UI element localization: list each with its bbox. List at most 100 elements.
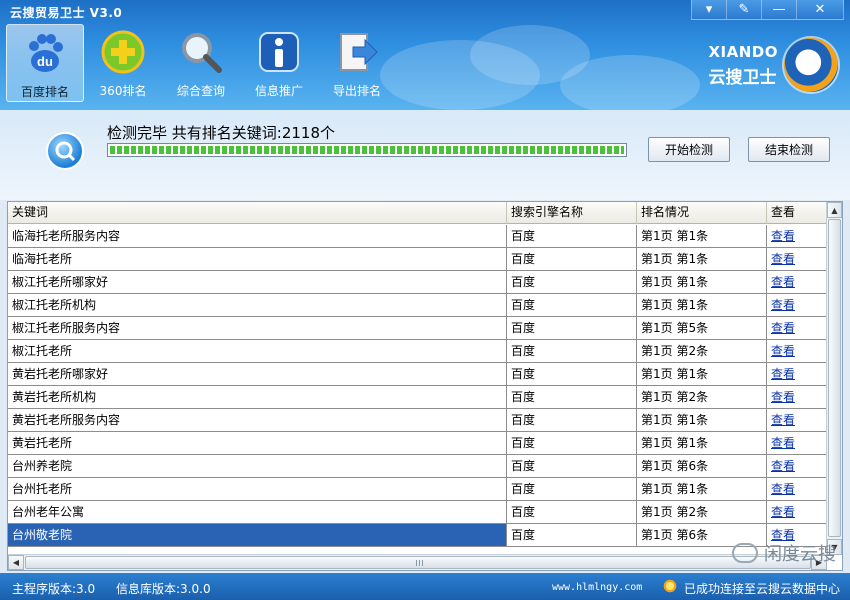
rank-cell: 第1页 第1条 xyxy=(637,248,767,270)
view-link[interactable]: 查看 xyxy=(771,252,795,266)
engine-cell: 百度 xyxy=(507,271,637,293)
view-link[interactable]: 查看 xyxy=(771,298,795,312)
keyword-cell: 椒江托老所机构 xyxy=(8,294,507,316)
view-link[interactable]: 查看 xyxy=(771,344,795,358)
vertical-scroll-thumb[interactable] xyxy=(828,219,841,537)
rank-cell: 第1页 第2条 xyxy=(637,340,767,362)
view-cell: 查看 xyxy=(767,340,827,362)
table-row[interactable]: 台州养老院 百度 第1页 第6条 查看 xyxy=(8,455,827,478)
table-row[interactable]: 黄岩托老所机构 百度 第1页 第2条 查看 xyxy=(8,386,827,409)
rank-cell: 第1页 第5条 xyxy=(637,317,767,339)
table-row[interactable]: 黄岩托老所服务内容 百度 第1页 第1条 查看 xyxy=(8,409,827,432)
vertical-scrollbar[interactable]: ▲ ▼ xyxy=(826,202,842,555)
rank-cell: 第1页 第1条 xyxy=(637,478,767,500)
website-link[interactable]: www.hlmlngy.com xyxy=(552,582,642,593)
view-link[interactable]: 查看 xyxy=(771,321,795,335)
table-row[interactable]: 黄岩托老所哪家好 百度 第1页 第1条 查看 xyxy=(8,363,827,386)
column-header-rank[interactable]: 排名情况 xyxy=(637,202,767,224)
brand-logo-icon xyxy=(784,38,838,92)
rank-results-table: 关键词 搜索引擎名称 排名情况 查看 临海托老所服务内容 百度 第1页 第1条 查看临… xyxy=(7,201,843,571)
engine-cell: 百度 xyxy=(507,363,637,385)
start-scan-button[interactable]: 开始检测 xyxy=(648,137,730,162)
tool-label: 百度排名 xyxy=(20,85,69,99)
progress-fill xyxy=(110,146,624,154)
engine-cell: 百度 xyxy=(507,386,637,408)
table-row[interactable]: 台州敬老院 百度 第1页 第6条 查看 xyxy=(8,524,827,547)
column-header-view[interactable]: 查看 xyxy=(767,202,827,224)
view-link[interactable]: 查看 xyxy=(771,367,795,381)
tool-info-promotion[interactable]: 信息推广 xyxy=(240,24,318,102)
column-header-keyword[interactable]: 关键词 xyxy=(8,202,507,224)
table-row[interactable]: 临海托老所服务内容 百度 第1页 第1条 查看 xyxy=(8,225,827,248)
scan-panel: 检测完毕 共有排名关键词:2118个 开始检测 结束检测 xyxy=(0,110,850,200)
tool-label: 360排名 xyxy=(99,84,147,98)
tool-export-rank[interactable]: 导出排名 xyxy=(318,24,396,102)
scroll-left-arrow-icon[interactable]: ◀ xyxy=(8,555,24,570)
tool-label: 导出排名 xyxy=(332,84,381,98)
watermark-text: 闲度云搜 xyxy=(764,544,836,565)
view-cell: 查看 xyxy=(767,409,827,431)
rank-cell: 第1页 第1条 xyxy=(637,409,767,431)
export-icon xyxy=(333,28,381,76)
table-row[interactable]: 椒江托老所 百度 第1页 第2条 查看 xyxy=(8,340,827,363)
plus-360-icon xyxy=(99,28,147,76)
keyword-cell: 临海托老所服务内容 xyxy=(8,225,507,247)
keyword-cell: 黄岩托老所服务内容 xyxy=(8,409,507,431)
table-row[interactable]: 临海托老所 百度 第1页 第1条 查看 xyxy=(8,248,827,271)
view-link[interactable]: 查看 xyxy=(771,459,795,473)
table-body: 临海托老所服务内容 百度 第1页 第1条 查看 临海托老所 百度 第1页 第1条 查看 椒江托老… xyxy=(8,225,827,547)
table-row[interactable]: 台州老年公寓 百度 第1页 第2条 查看 xyxy=(8,501,827,524)
tool-combined-query[interactable]: 综合查询 xyxy=(162,24,240,102)
stop-scan-button[interactable]: 结束检测 xyxy=(748,137,830,162)
view-cell: 查看 xyxy=(767,248,827,270)
view-link[interactable]: 查看 xyxy=(771,390,795,404)
column-header-engine[interactable]: 搜索引擎名称 xyxy=(507,202,637,224)
engine-cell: 百度 xyxy=(507,478,637,500)
main-version-text: 主程序版本:3.0 xyxy=(12,582,96,596)
horizontal-scroll-thumb[interactable] xyxy=(25,556,811,569)
view-link[interactable]: 查看 xyxy=(771,229,795,243)
brand-name-en: XIANDO xyxy=(708,42,778,61)
cloud-decoration xyxy=(560,55,700,110)
rank-cell: 第1页 第1条 xyxy=(637,363,767,385)
engine-cell: 百度 xyxy=(507,501,637,523)
horizontal-scrollbar[interactable]: ◀ ▶ xyxy=(8,554,827,570)
view-link[interactable]: 查看 xyxy=(771,436,795,450)
table-row[interactable]: 椒江托老所服务内容 百度 第1页 第5条 查看 xyxy=(8,317,827,340)
table-row[interactable]: 椒江托老所机构 百度 第1页 第1条 查看 xyxy=(8,294,827,317)
view-cell: 查看 xyxy=(767,432,827,454)
baidu-paw-icon: du xyxy=(21,29,69,77)
brand-logo-area: XIANDO 云搜卫士 xyxy=(708,38,838,92)
view-cell: 查看 xyxy=(767,478,827,500)
scan-status-text: 检测完毕 共有排名关键词:2118个 xyxy=(107,124,335,142)
tool-label: 综合查询 xyxy=(176,84,225,98)
scan-search-icon xyxy=(46,132,84,170)
magnifier-icon xyxy=(177,28,225,76)
view-link[interactable]: 查看 xyxy=(771,275,795,289)
close-button[interactable]: ✕ xyxy=(796,0,844,20)
keyword-cell: 台州养老院 xyxy=(8,455,507,477)
view-link[interactable]: 查看 xyxy=(771,413,795,427)
keyword-cell: 椒江托老所哪家好 xyxy=(8,271,507,293)
skin-button[interactable]: ✎ xyxy=(726,0,762,20)
tool-360-rank[interactable]: 360排名 xyxy=(84,24,162,102)
tool-baidu-rank[interactable]: du 百度排名 xyxy=(6,24,84,102)
rank-cell: 第1页 第2条 xyxy=(637,386,767,408)
window-controls: ▾ ✎ — ✕ xyxy=(691,0,844,20)
brand-name-cn: 云搜卫士 xyxy=(708,67,777,88)
table-row[interactable]: 椒江托老所哪家好 百度 第1页 第1条 查看 xyxy=(8,271,827,294)
tool-label: 信息推广 xyxy=(254,84,303,98)
menu-dropdown-button[interactable]: ▾ xyxy=(691,0,727,20)
table-row[interactable]: 黄岩托老所 百度 第1页 第1条 查看 xyxy=(8,432,827,455)
view-link[interactable]: 查看 xyxy=(771,482,795,496)
table-row[interactable]: 台州托老所 百度 第1页 第1条 查看 xyxy=(8,478,827,501)
rank-cell: 第1页 第1条 xyxy=(637,271,767,293)
view-link[interactable]: 查看 xyxy=(771,505,795,519)
engine-cell: 百度 xyxy=(507,524,637,546)
keyword-cell: 临海托老所 xyxy=(8,248,507,270)
engine-cell: 百度 xyxy=(507,409,637,431)
minimize-button[interactable]: — xyxy=(761,0,797,20)
scroll-up-arrow-icon[interactable]: ▲ xyxy=(827,202,842,218)
table-header: 关键词 搜索引擎名称 排名情况 查看 xyxy=(8,202,827,224)
title-header: 云搜贸易卫士 V3.0 ▾ ✎ — ✕ du 百度排名 360排名 综合查询 信… xyxy=(0,0,850,110)
